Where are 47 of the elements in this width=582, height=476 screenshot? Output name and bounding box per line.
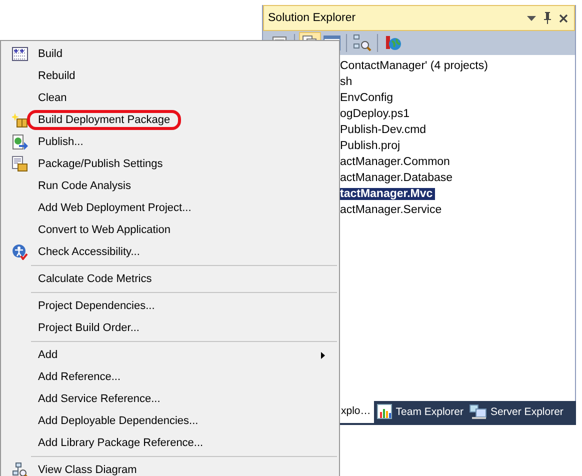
menu-item[interactable]: Project Dependencies...: [3, 295, 337, 317]
tree-item[interactable]: sh: [339, 76, 354, 88]
pin-icon[interactable]: [543, 12, 552, 24]
menu-item[interactable]: Add Library Package Reference...: [3, 432, 337, 454]
panel-tab[interactable]: Team Explorer: [374, 401, 466, 425]
menu-item[interactable]: Add Reference...: [3, 366, 337, 388]
tree-item[interactable]: actManager.Common: [339, 156, 452, 168]
panel-title: Solution Explorer: [268, 12, 356, 24]
search-icon[interactable]: [352, 33, 372, 53]
menu-item[interactable]: Convert to Web Application: [3, 219, 337, 241]
menu-item[interactable]: Clean: [3, 87, 337, 109]
tree-item[interactable]: actManager.Database: [339, 172, 455, 184]
menu-item[interactable]: Add Web Deployment Project...: [3, 197, 337, 219]
dropdown-icon[interactable]: [527, 16, 536, 20]
menu-item[interactable]: Add Service Reference...: [3, 388, 337, 410]
package-icon: [12, 112, 28, 128]
server-icon: [469, 404, 488, 420]
globe-icon[interactable]: [383, 33, 403, 53]
package-settings-icon: [12, 156, 28, 172]
grid-icon: [12, 47, 28, 61]
accessibility-icon: [12, 244, 28, 260]
close-icon[interactable]: [559, 14, 568, 22]
tree-item[interactable]: EnvConfig: [339, 92, 396, 104]
panel-tab[interactable]: xplo…: [338, 401, 374, 423]
menu-item[interactable]: Project Build Order...: [3, 317, 337, 339]
tree-item[interactable]: tactManager.Mvc: [339, 188, 435, 200]
tree-item[interactable]: ContactManager' (4 projects): [339, 60, 490, 72]
menu-item[interactable]: Check Accessibility...: [3, 241, 337, 263]
menu-item[interactable]: Calculate Code Metrics: [3, 268, 337, 290]
menu-item[interactable]: Build Deployment Package: [3, 109, 337, 131]
tree-item[interactable]: actManager.Service: [339, 204, 444, 216]
tree-item[interactable]: Publish.proj: [339, 140, 402, 152]
panel-tab[interactable]: Server Explorer: [466, 401, 566, 425]
menu-item[interactable]: Add: [3, 344, 337, 366]
tree-item[interactable]: Publish-Dev.cmd: [339, 124, 428, 136]
menu-item[interactable]: Rebuild: [3, 65, 337, 87]
menu-item[interactable]: Add Deployable Dependencies...: [3, 410, 337, 432]
chart-window-icon: [376, 404, 393, 420]
menu-item[interactable]: Build: [3, 43, 337, 65]
menu-item[interactable]: View Class Diagram: [3, 459, 337, 476]
menu-item[interactable]: Run Code Analysis: [3, 175, 337, 197]
menu-item[interactable]: Package/Publish Settings: [3, 153, 337, 175]
tree-item[interactable]: ogDeploy.ps1: [339, 108, 412, 120]
submenu-arrow-icon: [321, 352, 325, 358]
class-diagram-icon: [12, 462, 28, 476]
publish-icon: [12, 134, 28, 150]
menu-item[interactable]: Publish...: [3, 131, 337, 153]
